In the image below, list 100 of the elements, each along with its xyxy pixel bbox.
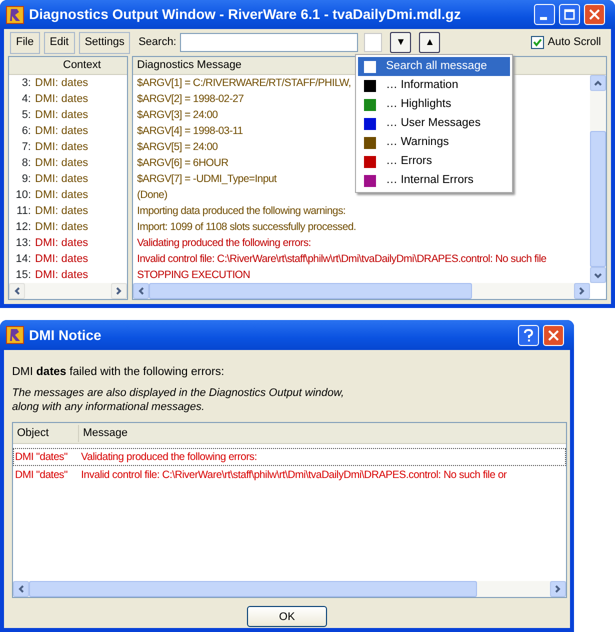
chevron-right-icon (114, 286, 124, 296)
menu-item[interactable]: … Warnings (358, 133, 510, 152)
scroll-up-button[interactable] (590, 75, 606, 91)
scroll-thumb[interactable] (149, 283, 472, 299)
horizontal-scrollbar[interactable] (13, 581, 566, 598)
context-cell-text: DMI: dates (35, 124, 88, 139)
app-icon (6, 326, 24, 344)
table-row[interactable]: DMI "dates" Validating produced the following errors: (13, 448, 566, 466)
line-number: 13: (14, 236, 31, 251)
message-line: Validating produced the following errors: (137, 236, 311, 251)
ok-button[interactable]: OK (247, 606, 327, 628)
message-line: $ARGV[2] = 1998-02-27 (137, 92, 244, 107)
context-cell-text: DMI: dates (35, 188, 88, 203)
table-cell-text: Validating produced the following errors: (81, 450, 257, 466)
vertical-scrollbar[interactable] (590, 75, 606, 283)
scroll-right-button[interactable] (574, 283, 590, 299)
message-line: Invalid control file: C:\RiverWare\rt\staff\philw\rt\Dmi\tvaDailyDmi\DRAPES.control: No such file (137, 252, 546, 267)
line-number: 6: (20, 124, 31, 139)
message-line: Import: 1099 of 1108 slots successfully processed. (137, 220, 356, 235)
message-line: $ARGV[3] = 24:00 (137, 108, 218, 123)
menu-item[interactable]: … Errors (358, 152, 510, 171)
line-number: 5: (20, 108, 31, 123)
menu-button[interactable]: File (10, 32, 40, 54)
line-number: 8: (20, 156, 31, 171)
chevron-right-icon (553, 584, 563, 594)
menu-item[interactable]: … User Messages (358, 114, 510, 133)
minimize-icon (540, 16, 546, 20)
table-cell-text: Invalid control file: C:\RiverWare\rt\staff\philw\rt\Dmi\tvaDailyDmi\DRAPES.control: No such file or (81, 468, 507, 484)
info-note: The messages are also displayed in the Diagnostics Output window, along with any informational messages. (12, 386, 346, 414)
context-cell-text: DMI: dates (35, 156, 88, 171)
close-button[interactable] (584, 4, 605, 25)
menu-button[interactable]: Edit (44, 32, 75, 54)
table-row[interactable]: DMI "dates" Invalid control file: C:\RiverWare\rt\staff\philw\rt\Dmi\tvaDailyDmi\DRAPES.control: No such file or (13, 466, 566, 484)
filter-color-button[interactable] (364, 33, 382, 52)
line-number: 7: (20, 140, 31, 155)
chevron-left-icon (136, 286, 146, 296)
context-cell-text: DMI: dates (35, 108, 88, 123)
line-number: 11: (16, 204, 31, 219)
line-number: 15: (14, 268, 31, 283)
context-cell-text: DMI: dates (35, 268, 88, 283)
help-button[interactable] (518, 324, 539, 346)
search-field[interactable] (180, 33, 358, 52)
column-header: Context (62, 58, 101, 74)
table-cell-text: DMI "dates" (14, 450, 68, 466)
scroll-thumb[interactable] (590, 131, 606, 267)
horizontal-scrollbar[interactable] (133, 283, 590, 299)
scroll-right-button[interactable] (550, 581, 566, 598)
context-cell-text: DMI: dates (35, 220, 88, 235)
column-header: Object (13, 425, 79, 442)
menu-item[interactable]: … Internal Errors (358, 171, 510, 190)
menu-button[interactable]: Settings (78, 32, 130, 54)
scroll-left-button[interactable] (133, 283, 149, 299)
window-title: Diagnostics Output Window - RiverWare 6.1 - tvaDailyDmi.mdl.gz (29, 5, 461, 24)
context-cell-text: DMI: dates (35, 140, 88, 155)
line-number: 14: (14, 252, 31, 267)
close-icon (589, 9, 600, 20)
chevron-left-icon (16, 584, 26, 594)
horizontal-scrollbar[interactable] (9, 283, 127, 299)
message-line: $ARGV[6] = 6HOUR (137, 156, 228, 171)
line-number: 4: (20, 92, 31, 107)
message-line: $ARGV[5] = 24:00 (137, 140, 218, 155)
line-number: 12: (14, 220, 31, 235)
close-icon (548, 330, 559, 340)
context-cell-text: DMI: dates (35, 252, 88, 267)
scroll-down-button[interactable] (590, 267, 606, 283)
minimize-button[interactable] (534, 4, 555, 25)
context-cell-text: DMI: dates (35, 236, 88, 251)
line-number: 10: (14, 188, 31, 203)
search-label: Search: (138, 35, 176, 50)
auto-scroll-checkbox[interactable] (530, 36, 544, 49)
search-down-button[interactable]: ▼ (390, 32, 412, 53)
column-header: Diagnostics Message (136, 58, 242, 74)
message-line: $ARGV[7] = -UDMI_Type=Input (137, 172, 277, 187)
help-icon (523, 328, 534, 342)
scroll-thumb[interactable] (29, 581, 478, 598)
context-cell-text: DMI: dates (35, 76, 88, 91)
scroll-left-button[interactable] (9, 283, 25, 299)
context-cell-text: DMI: dates (35, 172, 88, 187)
menu-item[interactable]: Search all message (358, 57, 510, 76)
column-header: Message (82, 426, 128, 441)
scroll-right-button[interactable] (111, 283, 127, 299)
search-up-button[interactable]: ▲ (419, 32, 440, 53)
context-cell-text: DMI: dates (35, 204, 88, 219)
context-cell-text: DMI: dates (35, 92, 88, 107)
chevron-left-icon (12, 286, 22, 296)
chevron-up-icon (593, 78, 603, 88)
app-icon (6, 6, 24, 24)
close-button[interactable] (543, 324, 564, 346)
auto-scroll-label: Auto Scroll (548, 35, 601, 50)
maximize-button[interactable] (559, 4, 580, 25)
error-summary: DMI dates failed with the following errors: (12, 365, 226, 380)
message-line: $ARGV[4] = 1998-03-11 (137, 124, 243, 139)
menu-item[interactable]: … Highlights (358, 95, 510, 114)
message-line: $ARGV[1] = C:/RIVERWARE/RT/STAFF/PHILW, (137, 76, 351, 91)
scroll-left-button[interactable] (13, 581, 29, 598)
line-number: 9: (20, 172, 31, 187)
message-line: STOPPING EXECUTION (137, 268, 250, 283)
dialog-title: DMI Notice (29, 326, 102, 344)
menu-item[interactable]: … Information (358, 76, 510, 95)
line-number: 3: (20, 76, 31, 91)
